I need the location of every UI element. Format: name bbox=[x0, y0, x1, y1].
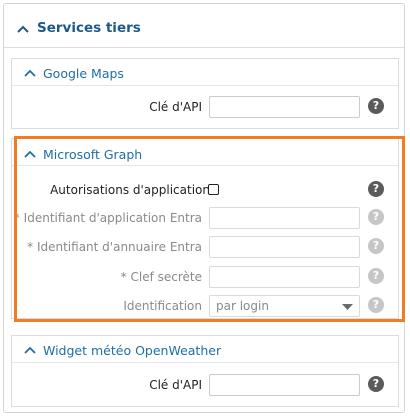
services-tiers-header[interactable]: Services tiers bbox=[4, 4, 404, 48]
chevron-up-icon[interactable] bbox=[24, 69, 36, 77]
app-id-label: * Identifiant d'application Entra bbox=[13, 211, 202, 225]
google-maps-api-key-input[interactable] bbox=[209, 96, 360, 118]
identification-select[interactable]: par login bbox=[209, 295, 360, 317]
help-icon[interactable]: ? bbox=[368, 297, 384, 313]
section-openweather-header[interactable]: Widget météo OpenWeather bbox=[12, 336, 398, 363]
section-microsoft-graph: Microsoft Graph Autorisations d'applicat… bbox=[11, 138, 399, 319]
app-permissions-checkbox[interactable] bbox=[208, 184, 219, 195]
help-icon[interactable]: ? bbox=[368, 268, 384, 284]
help-icon[interactable]: ? bbox=[368, 238, 384, 254]
section-microsoft-graph-header[interactable]: Microsoft Graph bbox=[12, 139, 398, 166]
app-id-input[interactable] bbox=[209, 207, 360, 229]
chevron-up-icon[interactable] bbox=[24, 150, 36, 158]
section-openweather: Widget météo OpenWeather Clé d'API ? bbox=[11, 335, 399, 407]
page-title: Services tiers bbox=[37, 20, 141, 36]
openweather-api-key-row: Clé d'API ? bbox=[12, 374, 398, 398]
section-google-maps-header[interactable]: Google Maps bbox=[12, 59, 398, 86]
app-id-row: * Identifiant d'application Entra ? bbox=[12, 207, 398, 231]
identification-label: Identification bbox=[123, 299, 202, 313]
section-microsoft-graph-title: Microsoft Graph bbox=[43, 147, 143, 162]
section-google-maps: Google Maps Clé d'API ? bbox=[11, 58, 399, 129]
identification-select-value: par login bbox=[216, 299, 269, 313]
openweather-api-key-input[interactable] bbox=[209, 374, 360, 396]
secret-label: * Clef secrète bbox=[120, 270, 202, 284]
help-icon[interactable]: ? bbox=[368, 376, 384, 392]
section-openweather-title: Widget météo OpenWeather bbox=[43, 343, 222, 358]
directory-id-row: * Identifiant d'annuaire Entra ? bbox=[12, 236, 398, 260]
google-maps-api-key-label: Clé d'API bbox=[149, 100, 202, 114]
secret-row: * Clef secrète ? bbox=[12, 266, 398, 290]
help-icon[interactable]: ? bbox=[368, 209, 384, 225]
app-permissions-label: Autorisations d'application bbox=[50, 183, 210, 197]
chevron-up-icon[interactable] bbox=[24, 346, 36, 354]
chevron-up-icon[interactable] bbox=[17, 25, 29, 33]
help-icon[interactable]: ? bbox=[368, 181, 384, 197]
services-tiers-panel: Services tiers Google Maps Clé d'API ? M… bbox=[3, 3, 405, 413]
directory-id-input[interactable] bbox=[209, 236, 360, 258]
section-google-maps-title: Google Maps bbox=[43, 66, 124, 81]
directory-id-label: * Identifiant d'annuaire Entra bbox=[27, 240, 202, 254]
help-icon[interactable]: ? bbox=[368, 98, 384, 114]
secret-input[interactable] bbox=[209, 266, 360, 288]
caret-down-icon bbox=[342, 304, 353, 310]
openweather-api-key-label: Clé d'API bbox=[149, 378, 202, 392]
google-maps-api-key-row: Clé d'API ? bbox=[12, 96, 398, 120]
identification-row: Identification par login ? bbox=[12, 295, 398, 319]
app-permissions-row: Autorisations d'application ? bbox=[12, 179, 398, 203]
